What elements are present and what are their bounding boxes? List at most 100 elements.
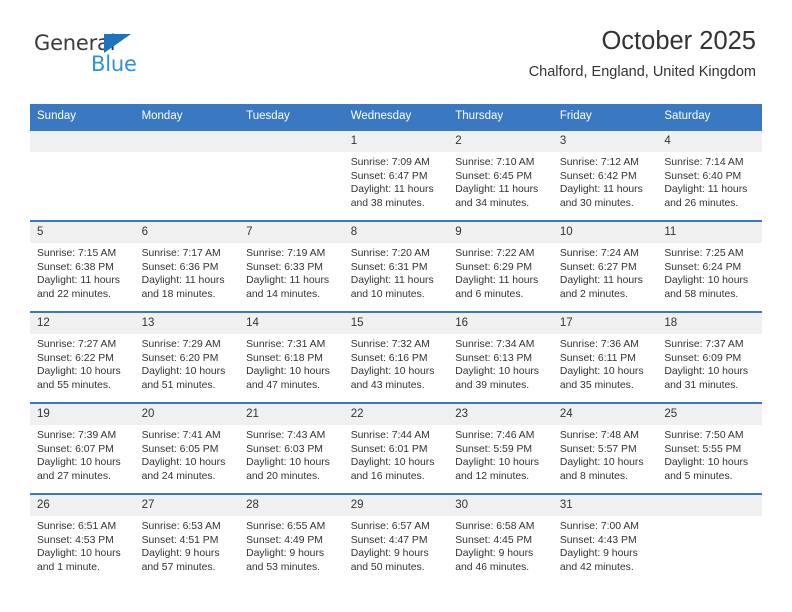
daylight-text-line1: Daylight: 11 hours: [350, 184, 434, 196]
day-number: [30, 131, 135, 152]
day-cell[interactable]: [239, 129, 344, 221]
day-cell[interactable]: 2 Sunrise: 7:10 AM Sunset: 6:45 PM Dayli…: [448, 129, 553, 221]
day-cell[interactable]: 23 Sunrise: 7:46 AM Sunset: 5:59 PM Dayl…: [448, 402, 553, 494]
day-cell[interactable]: 4 Sunrise: 7:14 AM Sunset: 6:40 PM Dayli…: [657, 129, 762, 221]
day-cell[interactable]: [30, 129, 135, 221]
day-cell[interactable]: 28 Sunrise: 6:55 AM Sunset: 4:49 PM Dayl…: [239, 493, 344, 584]
day-cell[interactable]: 11 Sunrise: 7:25 AM Sunset: 6:24 PM Dayl…: [657, 220, 762, 312]
daylight-text-line1: Daylight: 11 hours: [559, 275, 643, 287]
day-details: Sunrise: 7:32 AM Sunset: 6:16 PM Dayligh…: [344, 334, 449, 392]
daylight-text-line2: and 2 minutes.: [559, 288, 628, 300]
sunset-text: Sunset: 4:49 PM: [246, 534, 323, 546]
logo-triangle-icon: [104, 34, 131, 53]
day-cell[interactable]: 1 Sunrise: 7:09 AM Sunset: 6:47 PM Dayli…: [343, 129, 449, 221]
day-cell[interactable]: 29 Sunrise: 6:57 AM Sunset: 4:47 PM Dayl…: [343, 493, 449, 584]
day-cell[interactable]: 10 Sunrise: 7:24 AM Sunset: 6:27 PM Dayl…: [552, 220, 658, 312]
daylight-text-line1: Daylight: 9 hours: [350, 548, 429, 560]
weekday-header-thursday: Thursday: [448, 104, 553, 130]
day-details: Sunrise: 7:41 AM Sunset: 6:05 PM Dayligh…: [135, 425, 240, 483]
daylight-text-line1: Daylight: 10 hours: [246, 366, 330, 378]
day-details: Sunrise: 7:31 AM Sunset: 6:18 PM Dayligh…: [239, 334, 344, 392]
sunrise-text: Sunrise: 7:20 AM: [350, 248, 430, 259]
day-number: 20: [134, 404, 240, 425]
daylight-text-line1: Daylight: 11 hours: [664, 184, 748, 196]
day-cell[interactable]: 13 Sunrise: 7:29 AM Sunset: 6:20 PM Dayl…: [134, 311, 240, 403]
day-cell[interactable]: 5 Sunrise: 7:15 AM Sunset: 6:38 PM Dayli…: [30, 220, 135, 312]
day-cell[interactable]: 16 Sunrise: 7:34 AM Sunset: 6:13 PM Dayl…: [448, 311, 553, 403]
day-cell[interactable]: 24 Sunrise: 7:48 AM Sunset: 5:57 PM Dayl…: [552, 402, 658, 494]
sunset-text: Sunset: 6:42 PM: [559, 170, 637, 182]
day-number: 6: [134, 222, 240, 243]
sunset-text: Sunset: 4:53 PM: [37, 534, 114, 546]
day-number: 16: [448, 313, 553, 334]
daylight-text-line1: Daylight: 11 hours: [350, 275, 434, 287]
day-cell[interactable]: 20 Sunrise: 7:41 AM Sunset: 6:05 PM Dayl…: [134, 402, 240, 494]
daylight-text-line1: Daylight: 11 hours: [141, 275, 225, 287]
day-cell[interactable]: 12 Sunrise: 7:27 AM Sunset: 6:22 PM Dayl…: [30, 311, 135, 403]
daylight-text-line2: and 22 minutes.: [37, 288, 111, 300]
daylight-text-line2: and 27 minutes.: [37, 470, 111, 482]
general-blue-logo[interactable]: General Blue: [34, 31, 214, 77]
day-cell[interactable]: 7 Sunrise: 7:19 AM Sunset: 6:33 PM Dayli…: [239, 220, 344, 312]
daylight-text-line2: and 47 minutes.: [246, 379, 321, 391]
day-cell[interactable]: 31 Sunrise: 7:00 AM Sunset: 4:43 PM Dayl…: [552, 493, 658, 584]
sunset-text: Sunset: 6:05 PM: [141, 443, 219, 455]
sunrise-text: Sunrise: 7:25 AM: [664, 248, 744, 259]
sunset-text: Sunset: 5:59 PM: [455, 443, 533, 455]
day-cell[interactable]: 18 Sunrise: 7:37 AM Sunset: 6:09 PM Dayl…: [657, 311, 762, 403]
day-number: 9: [448, 222, 553, 243]
day-cell[interactable]: 22 Sunrise: 7:44 AM Sunset: 6:01 PM Dayl…: [343, 402, 449, 494]
day-cell[interactable]: 21 Sunrise: 7:43 AM Sunset: 6:03 PM Dayl…: [239, 402, 344, 494]
day-number: 15: [343, 313, 449, 334]
day-cell[interactable]: 8 Sunrise: 7:20 AM Sunset: 6:31 PM Dayli…: [343, 220, 449, 312]
day-cell[interactable]: 14 Sunrise: 7:31 AM Sunset: 6:18 PM Dayl…: [239, 311, 344, 403]
daylight-text-line2: and 53 minutes.: [246, 561, 321, 573]
day-cell[interactable]: 3 Sunrise: 7:12 AM Sunset: 6:42 PM Dayli…: [552, 129, 658, 221]
day-cell[interactable]: [134, 129, 240, 221]
day-number: 23: [448, 404, 553, 425]
sunrise-sunset-calendar: Sunday Monday Tuesday Wednesday Thursday…: [30, 104, 762, 584]
day-details: [657, 516, 762, 520]
daylight-text-line1: Daylight: 10 hours: [350, 457, 435, 469]
day-number: 18: [657, 313, 762, 334]
day-cell[interactable]: 30 Sunrise: 6:58 AM Sunset: 4:45 PM Dayl…: [448, 493, 553, 584]
day-cell[interactable]: 19 Sunrise: 7:39 AM Sunset: 6:07 PM Dayl…: [30, 402, 135, 494]
day-cell[interactable]: 9 Sunrise: 7:22 AM Sunset: 6:29 PM Dayli…: [448, 220, 553, 312]
day-cell[interactable]: 6 Sunrise: 7:17 AM Sunset: 6:36 PM Dayli…: [134, 220, 240, 312]
sunrise-text: Sunrise: 7:14 AM: [664, 157, 744, 168]
day-details: Sunrise: 7:44 AM Sunset: 6:01 PM Dayligh…: [344, 425, 449, 483]
sunrise-text: Sunrise: 6:53 AM: [141, 521, 221, 532]
day-cell[interactable]: 17 Sunrise: 7:36 AM Sunset: 6:11 PM Dayl…: [552, 311, 658, 403]
calendar-body: 1 Sunrise: 7:09 AM Sunset: 6:47 PM Dayli…: [30, 129, 762, 584]
sunrise-text: Sunrise: 7:48 AM: [559, 430, 639, 441]
day-cell[interactable]: 15 Sunrise: 7:32 AM Sunset: 6:16 PM Dayl…: [343, 311, 449, 403]
daylight-text-line1: Daylight: 10 hours: [37, 548, 121, 560]
daylight-text-line1: Daylight: 10 hours: [455, 366, 539, 378]
daylight-text-line1: Daylight: 10 hours: [246, 457, 330, 469]
daylight-text-line2: and 16 minutes.: [350, 470, 425, 482]
sunrise-text: Sunrise: 7:31 AM: [246, 339, 326, 350]
day-details: Sunrise: 6:53 AM Sunset: 4:51 PM Dayligh…: [135, 516, 240, 574]
day-number: 27: [134, 495, 240, 516]
day-cell[interactable]: 25 Sunrise: 7:50 AM Sunset: 5:55 PM Dayl…: [657, 402, 762, 494]
sunset-text: Sunset: 6:22 PM: [37, 352, 114, 364]
day-details: Sunrise: 7:50 AM Sunset: 5:55 PM Dayligh…: [657, 425, 762, 483]
day-number: 17: [552, 313, 658, 334]
calendar-header-row: Sunday Monday Tuesday Wednesday Thursday…: [30, 104, 762, 130]
weekday-header-sunday: Sunday: [30, 104, 135, 130]
logo-text-blue: Blue: [91, 52, 137, 76]
daylight-text-line2: and 35 minutes.: [559, 379, 634, 391]
sunrise-text: Sunrise: 7:39 AM: [37, 430, 117, 441]
daylight-text-line1: Daylight: 11 hours: [559, 184, 643, 196]
day-cell[interactable]: 26 Sunrise: 6:51 AM Sunset: 4:53 PM Dayl…: [30, 493, 135, 584]
weekday-header-tuesday: Tuesday: [239, 104, 344, 130]
day-details: Sunrise: 7:17 AM Sunset: 6:36 PM Dayligh…: [135, 243, 240, 301]
sunset-text: Sunset: 6:03 PM: [246, 443, 323, 455]
sunrise-text: Sunrise: 7:34 AM: [455, 339, 535, 350]
day-details: Sunrise: 6:55 AM Sunset: 4:49 PM Dayligh…: [239, 516, 344, 574]
day-number: 31: [552, 495, 658, 516]
day-details: Sunrise: 7:24 AM Sunset: 6:27 PM Dayligh…: [553, 243, 658, 301]
sunset-text: Sunset: 5:55 PM: [664, 443, 742, 455]
day-cell[interactable]: 27 Sunrise: 6:53 AM Sunset: 4:51 PM Dayl…: [134, 493, 240, 584]
day-cell[interactable]: [657, 493, 762, 584]
